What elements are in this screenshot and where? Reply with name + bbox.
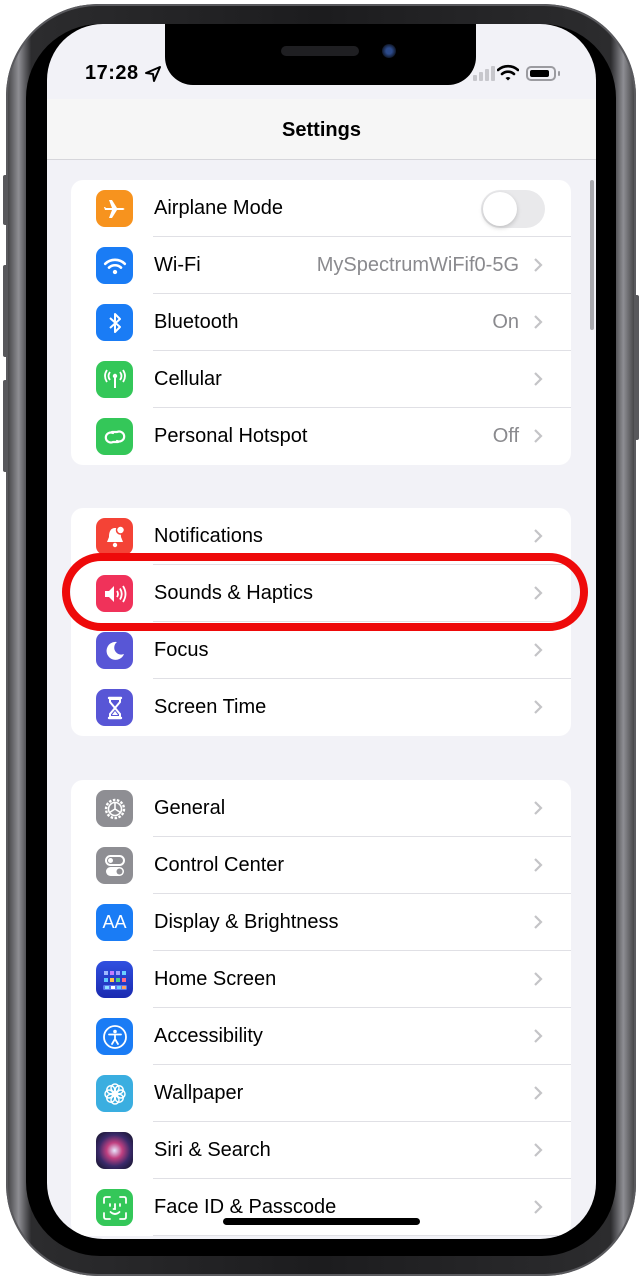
cellular-signal-icon <box>473 66 495 81</box>
settings-group-connectivity: Airplane Mode Wi-Fi MySpectrumWiFif0-5G … <box>71 180 571 465</box>
settings-row-sounds-haptics[interactable]: Sounds & Haptics <box>71 565 571 622</box>
chevron-right-icon <box>534 1086 543 1100</box>
row-label: Personal Hotspot <box>154 425 308 447</box>
row-label: Accessibility <box>154 1025 263 1047</box>
row-label: Wi-Fi <box>154 254 201 276</box>
airplane-icon <box>96 190 133 227</box>
chevron-right-icon <box>534 529 543 543</box>
hotspot-link-icon <box>96 418 133 455</box>
settings-row-bluetooth[interactable]: Bluetooth On <box>71 294 571 351</box>
earpiece-speaker <box>281 46 359 56</box>
wifi-icon <box>96 247 133 284</box>
chevron-right-icon <box>534 643 543 657</box>
settings-row-personal-hotspot[interactable]: Personal Hotspot Off <box>71 408 571 465</box>
text-size-icon: AA <box>96 904 133 941</box>
row-label: Screen Time <box>154 696 267 718</box>
row-label: Focus <box>154 639 209 661</box>
row-label: Cellular <box>154 368 222 390</box>
settings-row-focus[interactable]: Focus <box>71 622 571 679</box>
settings-group-general: General Control Center AA Display & Brig… <box>71 780 571 1236</box>
row-separator <box>153 1235 571 1236</box>
settings-row-wifi[interactable]: Wi-Fi MySpectrumWiFif0-5G <box>71 237 571 294</box>
row-label: Sounds & Haptics <box>154 582 313 604</box>
moon-icon <box>96 632 133 669</box>
chevron-right-icon <box>534 315 543 329</box>
row-value: MySpectrumWiFif0-5G <box>316 254 519 276</box>
volume-up-button <box>3 265 8 357</box>
chevron-right-icon <box>534 429 543 443</box>
battery-level <box>530 70 549 77</box>
accessibility-icon <box>96 1018 133 1055</box>
row-label: Bluetooth <box>154 311 239 333</box>
chevron-right-icon <box>534 258 543 272</box>
bluetooth-icon <box>96 304 133 341</box>
row-label: Control Center <box>154 854 285 876</box>
switches-icon <box>96 847 133 884</box>
airplane-mode-toggle[interactable] <box>481 190 545 228</box>
chevron-right-icon <box>534 801 543 815</box>
battery-icon <box>526 66 556 81</box>
battery-tip <box>558 71 560 76</box>
settings-row-notifications[interactable]: Notifications <box>71 508 571 565</box>
page-title: Settings <box>282 119 361 141</box>
front-camera <box>382 44 396 58</box>
row-value: On <box>492 311 519 333</box>
row-label: Notifications <box>154 525 263 547</box>
navigation-bar: Settings <box>47 99 596 160</box>
chevron-right-icon <box>534 915 543 929</box>
settings-row-control-center[interactable]: Control Center <box>71 837 571 894</box>
settings-group-notifications: Notifications Sounds & Haptics Focus Scr… <box>71 508 571 736</box>
power-button <box>634 295 639 440</box>
gear-icon <box>96 790 133 827</box>
row-label: General <box>154 797 226 819</box>
wifi-status-icon <box>497 64 519 81</box>
settings-row-accessibility[interactable]: Accessibility <box>71 1008 571 1065</box>
settings-row-siri-search[interactable]: Siri & Search <box>71 1122 571 1179</box>
notification-bell-icon <box>96 518 133 555</box>
settings-row-cellular[interactable]: Cellular <box>71 351 571 408</box>
settings-row-wallpaper[interactable]: Wallpaper <box>71 1065 571 1122</box>
hourglass-icon <box>96 689 133 726</box>
silent-switch <box>3 175 8 225</box>
settings-row-home-screen[interactable]: Home Screen <box>71 951 571 1008</box>
volume-down-button <box>3 380 8 472</box>
location-arrow-icon <box>145 66 161 82</box>
chevron-right-icon <box>534 1029 543 1043</box>
chevron-right-icon <box>534 586 543 600</box>
face-id-icon <box>96 1189 133 1226</box>
settings-row-general[interactable]: General <box>71 780 571 837</box>
notch <box>165 24 476 85</box>
siri-icon <box>96 1132 133 1169</box>
row-label: Siri & Search <box>154 1139 271 1161</box>
row-label: Airplane Mode <box>154 197 283 219</box>
screen: 17:28 Settings Airplane Mode Wi-Fi MySpe… <box>47 24 596 1239</box>
app-grid-icon <box>96 961 133 998</box>
row-label: Home Screen <box>154 968 277 990</box>
chevron-right-icon <box>534 700 543 714</box>
scrollbar[interactable] <box>590 180 594 330</box>
home-indicator[interactable] <box>223 1218 420 1225</box>
chevron-right-icon <box>534 1200 543 1214</box>
settings-row-face-id-passcode[interactable]: Face ID & Passcode <box>71 1179 571 1236</box>
chevron-right-icon <box>534 1143 543 1157</box>
chevron-right-icon <box>534 858 543 872</box>
row-label: Display & Brightness <box>154 911 339 933</box>
toggle-knob <box>483 192 517 226</box>
settings-row-display-brightness[interactable]: AA Display & Brightness <box>71 894 571 951</box>
row-value: Off <box>492 425 519 447</box>
settings-row-airplane-mode[interactable]: Airplane Mode <box>71 180 571 237</box>
row-label: Face ID & Passcode <box>154 1196 337 1218</box>
status-time: 17:28 <box>85 62 139 84</box>
cellular-antenna-icon <box>96 361 133 398</box>
speaker-icon <box>96 575 133 612</box>
chevron-right-icon <box>534 372 543 386</box>
flower-icon <box>96 1075 133 1112</box>
settings-row-screen-time[interactable]: Screen Time <box>71 679 571 736</box>
row-label: Wallpaper <box>154 1082 244 1104</box>
chevron-right-icon <box>534 972 543 986</box>
